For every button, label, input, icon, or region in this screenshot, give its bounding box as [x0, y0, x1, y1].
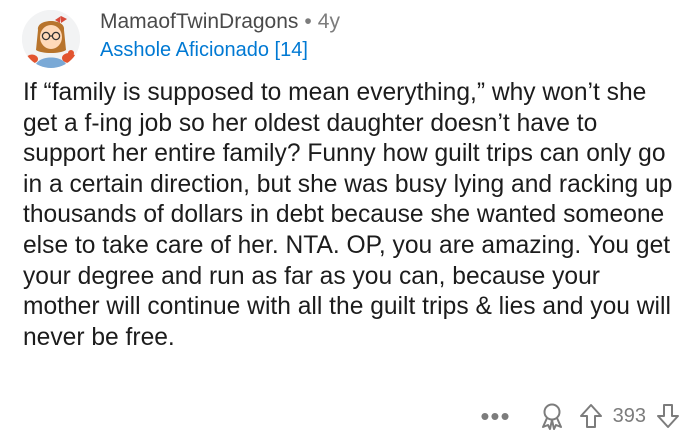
vote-controls: 393 [579, 403, 680, 429]
comment-actions: ••• 393 [480, 399, 680, 433]
comment-body: If “family is supposed to mean everythin… [23, 79, 673, 351]
award-icon [541, 403, 562, 430]
upvote-button[interactable] [579, 403, 603, 429]
comment-header: MamaofTwinDragons • 4y Asshole Aficionado … [22, 8, 682, 68]
avatar-icon [22, 10, 80, 68]
username-link[interactable]: MamaofTwinDragons [100, 10, 298, 33]
downvote-button[interactable] [656, 403, 680, 429]
avatar[interactable] [22, 10, 80, 68]
award-button[interactable] [539, 402, 565, 430]
upvote-arrow-icon [579, 404, 602, 428]
downvote-arrow-icon [657, 404, 679, 428]
user-flair: Asshole Aficionado [14] [100, 39, 308, 61]
more-options-button[interactable]: ••• [480, 403, 510, 429]
meta-separator: • [304, 10, 312, 33]
vote-score: 393 [612, 404, 646, 427]
comment-meta: MamaofTwinDragons • 4y Asshole Aficionado … [100, 10, 340, 62]
comment-age: 4y [317, 10, 340, 33]
